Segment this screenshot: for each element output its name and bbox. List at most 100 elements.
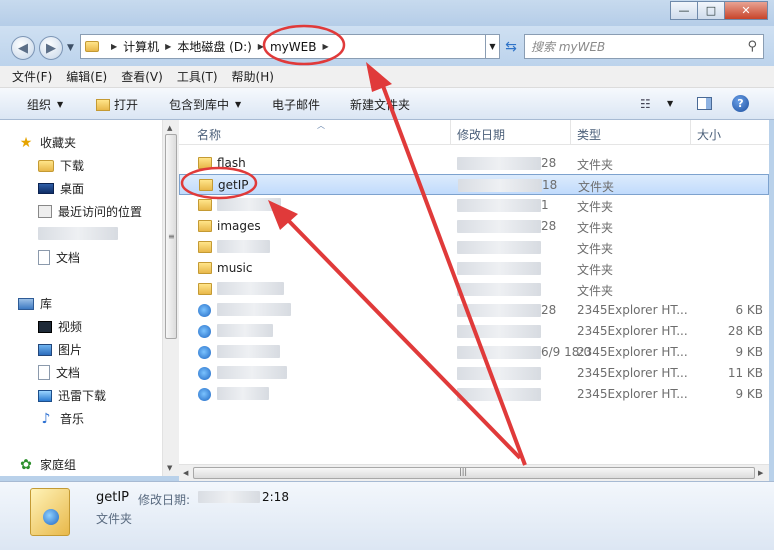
breadcrumb-arrow-icon[interactable]: ▶ bbox=[165, 42, 171, 51]
nav-lib-documents[interactable]: 文档 bbox=[38, 364, 80, 381]
blurred-date bbox=[457, 199, 541, 212]
file-name: getIP bbox=[218, 178, 249, 192]
file-type: 2345Explorer HT... bbox=[577, 387, 688, 401]
organize-button[interactable]: 组织 ▼ bbox=[27, 96, 63, 113]
breadcrumb-drive-d[interactable]: 本地磁盘 (D:) bbox=[177, 38, 251, 55]
column-divider[interactable] bbox=[450, 120, 451, 145]
nav-music[interactable]: ♪ 音乐 bbox=[38, 410, 84, 427]
file-type: 2345Explorer HT... bbox=[577, 303, 688, 317]
file-type: 文件夹 bbox=[577, 158, 614, 172]
file-row[interactable]: 文件夹 bbox=[179, 237, 769, 258]
nav-documents[interactable]: 文档 bbox=[38, 249, 80, 266]
refresh-button[interactable]: ⇆ bbox=[500, 37, 522, 57]
column-date[interactable]: 修改日期 bbox=[457, 126, 505, 143]
details-date-text: 2:18 bbox=[262, 490, 289, 504]
preview-pane-icon[interactable] bbox=[697, 97, 712, 110]
file-row[interactable]: flash 28 文件夹 bbox=[179, 153, 769, 174]
file-row[interactable]: 2345Explorer HT... 11 KB bbox=[179, 363, 769, 384]
address-history-dropdown[interactable]: ▼ bbox=[486, 34, 500, 59]
scroll-left-icon[interactable]: ◀ bbox=[183, 469, 188, 477]
nav-thunder-label: 迅雷下载 bbox=[58, 389, 107, 403]
nav-vertical-scrollbar[interactable]: ▲ ≡ ▼ bbox=[162, 120, 179, 476]
breadcrumb-arrow-icon[interactable]: ▶ bbox=[322, 42, 328, 51]
nav-blurred-item[interactable] bbox=[38, 227, 118, 240]
file-row[interactable]: getIP 18 文件夹 bbox=[179, 174, 769, 195]
globe-icon bbox=[43, 509, 59, 525]
maximize-button[interactable]: □ bbox=[697, 1, 724, 20]
column-divider[interactable] bbox=[570, 120, 571, 145]
file-list: ︿ 名称 修改日期 类型 大小 flash 28 文件夹 getIP 18 文件夹 1 文件夹… bbox=[179, 120, 769, 464]
file-name bbox=[217, 366, 287, 382]
file-row[interactable]: music 文件夹 bbox=[179, 258, 769, 279]
picture-icon bbox=[38, 343, 52, 356]
horizontal-scrollbar[interactable]: ◀ ||| ▶ bbox=[179, 464, 769, 481]
email-label: 电子邮件 bbox=[272, 98, 321, 112]
file-row[interactable]: 2345Explorer HT... 28 KB bbox=[179, 321, 769, 342]
nav-libraries-label: 库 bbox=[40, 297, 53, 311]
folder-icon bbox=[85, 41, 99, 52]
menu-file[interactable]: 文件(F) bbox=[12, 68, 52, 85]
details-date-label: 修改日期: bbox=[138, 493, 191, 507]
close-button[interactable]: ✕ bbox=[724, 1, 768, 20]
forward-button[interactable]: ▶ bbox=[39, 36, 63, 60]
blurred-date bbox=[457, 241, 541, 254]
breadcrumb-arrow-icon[interactable]: ▶ bbox=[111, 42, 117, 51]
file-row[interactable]: images 28 文件夹 bbox=[179, 216, 769, 237]
file-row[interactable]: 1 文件夹 bbox=[179, 195, 769, 216]
open-button[interactable]: 打开 bbox=[96, 96, 138, 113]
file-name bbox=[217, 345, 280, 361]
nav-favorites[interactable]: ★ 收藏夹 bbox=[18, 134, 76, 151]
menu-edit[interactable]: 编辑(E) bbox=[66, 68, 107, 85]
nav-videos[interactable]: 视频 bbox=[38, 318, 82, 335]
menu-tools[interactable]: 工具(T) bbox=[177, 68, 218, 85]
menu-help[interactable]: 帮助(H) bbox=[232, 68, 274, 85]
nav-homegroup[interactable]: ✿ 家庭组 bbox=[18, 456, 76, 473]
file-type: 2345Explorer HT... bbox=[577, 324, 688, 338]
details-pane: getIP 修改日期: 2:18 文件夹 bbox=[0, 481, 774, 550]
nav-downloads[interactable]: 下载 bbox=[38, 157, 84, 174]
breadcrumb-computer[interactable]: 计算机 bbox=[123, 38, 159, 55]
nav-libraries[interactable]: 库 bbox=[18, 295, 52, 312]
column-size[interactable]: 大小 bbox=[697, 126, 721, 143]
file-row[interactable]: 2345Explorer HT... 9 KB bbox=[179, 384, 769, 405]
folder-icon bbox=[198, 262, 212, 274]
menu-view[interactable]: 查看(V) bbox=[121, 68, 163, 85]
nav-recent-places[interactable]: 最近访问的位置 bbox=[38, 203, 142, 220]
search-icon[interactable]: ⚲ bbox=[747, 39, 757, 54]
breadcrumb-myweb[interactable]: myWEB bbox=[270, 40, 316, 54]
back-button[interactable]: ◀ bbox=[11, 36, 35, 60]
breadcrumb-arrow-icon[interactable]: ▶ bbox=[258, 42, 264, 51]
html-file-icon bbox=[198, 346, 211, 359]
blurred-file-name bbox=[217, 198, 281, 211]
include-in-library-button[interactable]: 包含到库中 ▼ bbox=[169, 96, 241, 113]
help-icon[interactable]: ? bbox=[732, 95, 749, 112]
scroll-down-icon[interactable]: ▼ bbox=[167, 464, 172, 472]
organize-label: 组织 bbox=[27, 98, 52, 112]
address-bar[interactable]: ▶ 计算机 ▶ 本地磁盘 (D:) ▶ myWEB ▶ bbox=[80, 34, 486, 59]
file-row[interactable]: 28 2345Explorer HT... 6 KB bbox=[179, 300, 769, 321]
column-type[interactable]: 类型 bbox=[577, 126, 601, 143]
view-options-icon[interactable]: ☷ bbox=[640, 97, 651, 111]
file-row[interactable]: 文件夹 bbox=[179, 279, 769, 300]
minimize-button[interactable]: — bbox=[670, 1, 697, 20]
recent-pages-dropdown[interactable]: ▼ bbox=[67, 43, 74, 53]
scroll-right-icon[interactable]: ▶ bbox=[758, 469, 763, 477]
nav-desktop[interactable]: 桌面 bbox=[38, 180, 84, 197]
column-divider[interactable] bbox=[690, 120, 691, 145]
folder-icon bbox=[198, 199, 212, 211]
column-name[interactable]: 名称 bbox=[197, 126, 221, 143]
horizontal-scroll-thumb[interactable] bbox=[193, 467, 755, 479]
scroll-up-icon[interactable]: ▲ bbox=[167, 124, 172, 132]
file-size: 9 KB bbox=[735, 345, 763, 359]
blurred-file-name bbox=[217, 366, 287, 379]
search-input[interactable]: 搜索 myWEB ⚲ bbox=[524, 34, 764, 59]
nav-thunder-downloads[interactable]: 迅雷下载 bbox=[38, 387, 106, 404]
email-button[interactable]: 电子邮件 bbox=[272, 96, 320, 113]
new-folder-button[interactable]: 新建文件夹 bbox=[350, 96, 410, 113]
nav-pictures[interactable]: 图片 bbox=[38, 341, 82, 358]
refresh-icon: ⇆ bbox=[505, 39, 517, 55]
file-row[interactable]: 6/9 18:0 2345Explorer HT... 9 KB bbox=[179, 342, 769, 363]
view-dropdown[interactable]: ▼ bbox=[667, 99, 673, 108]
scroll-grip-icon: ≡ bbox=[168, 232, 175, 241]
blurred-file-name bbox=[217, 240, 270, 253]
